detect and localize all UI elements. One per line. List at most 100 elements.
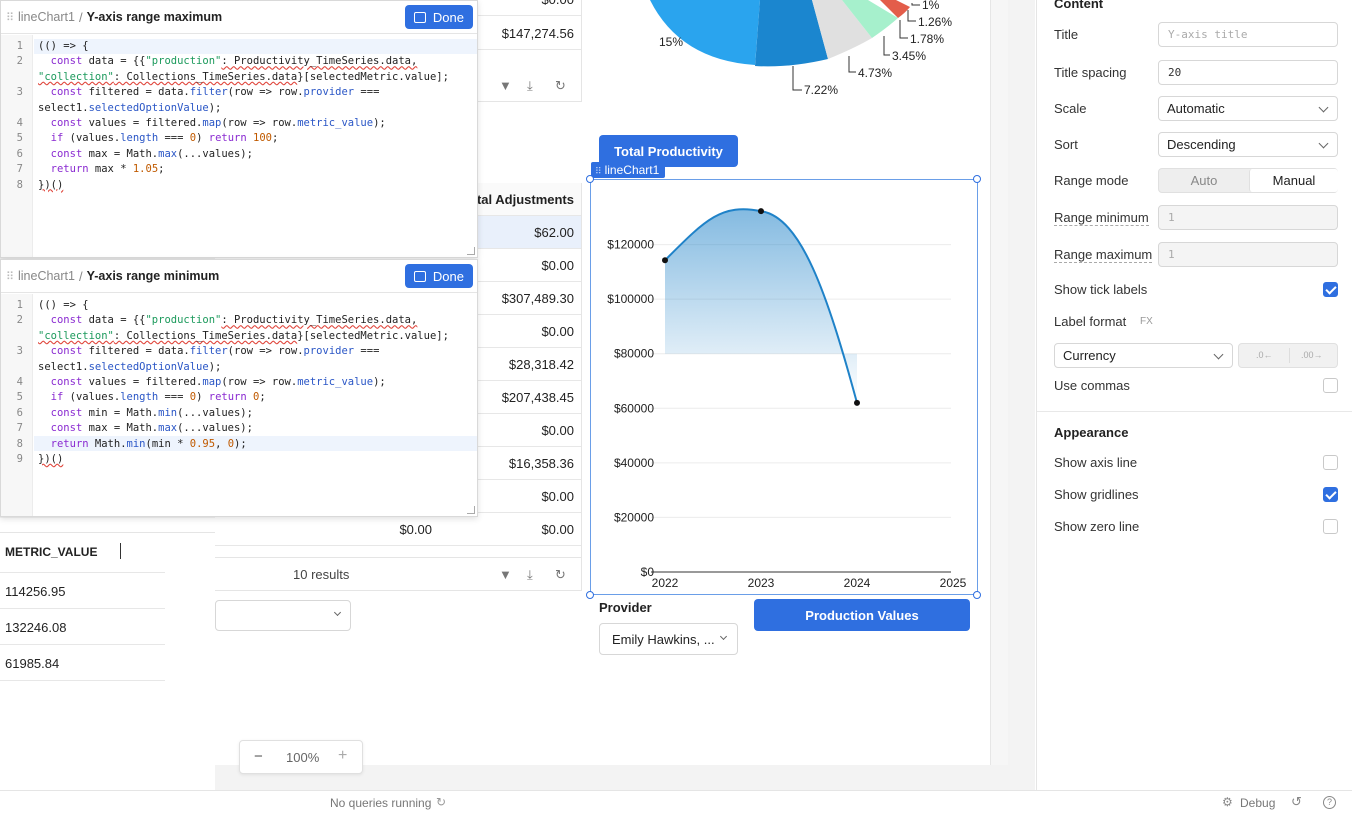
pie-label: 1% — [922, 0, 940, 12]
decimal-controls: .0← .00→ — [1238, 343, 1338, 368]
component-tag[interactable]: ⠿ lineChart1 — [591, 162, 666, 178]
table-border — [581, 0, 582, 102]
show-tick-labels-checkbox[interactable] — [1323, 282, 1338, 297]
metric-value-cell[interactable]: 132246.08 — [5, 620, 66, 635]
scale-select[interactable]: Automatic — [1158, 96, 1338, 121]
show-zero-line-label: Show zero line — [1054, 519, 1140, 534]
resize-grip-icon[interactable] — [467, 247, 475, 255]
inspector-panel: Content Title Y-axis title Title spacing… — [1036, 0, 1352, 790]
range-mode-auto[interactable]: Auto — [1159, 169, 1249, 192]
table-cell[interactable]: $0.00 — [215, 513, 440, 546]
line-number: 4 — [16, 117, 23, 129]
resize-grip-icon[interactable] — [467, 506, 475, 514]
select-dropdown[interactable] — [215, 600, 351, 631]
chevron-down-icon — [719, 632, 728, 641]
y-tick-label: $40000 — [614, 456, 654, 470]
range-minimum-input[interactable]: 1 — [1158, 205, 1338, 230]
property-name: Y-axis range minimum — [86, 269, 220, 283]
label-format-select[interactable]: Currency — [1054, 343, 1233, 368]
refresh-icon[interactable]: ↻ — [555, 78, 566, 94]
component-tag-label: lineChart1 — [604, 163, 660, 177]
done-button[interactable]: Done — [404, 5, 473, 29]
show-zero-line-checkbox[interactable] — [1323, 519, 1338, 534]
component-name: lineChart1 — [18, 10, 75, 24]
line-number: 6 — [16, 406, 23, 419]
line-number: 1 — [16, 40, 23, 52]
provider-select-value: Emily Hawkins, ... — [612, 632, 715, 647]
data-point — [662, 257, 668, 264]
canvas-scrollbar[interactable] — [990, 0, 1008, 765]
filter-icon[interactable]: ▼ — [499, 567, 512, 582]
show-gridlines-checkbox[interactable] — [1323, 487, 1338, 502]
status-bar: No queries running ↻ ⚙ Debug ↺ ? — [0, 790, 1352, 816]
line-number: 8 — [16, 178, 23, 191]
title-input[interactable]: Y-axis title — [1158, 22, 1338, 47]
y-tick-label: $80000 — [614, 347, 654, 361]
range-maximum-input[interactable]: 1 — [1158, 242, 1338, 267]
line-number: 1 — [16, 299, 23, 311]
metric-value-cell[interactable]: 61985.84 — [5, 656, 59, 671]
y-tick-label: $100000 — [607, 292, 654, 306]
line-chart[interactable]: $0$20000$40000$60000$80000$100000$120000… — [591, 180, 977, 594]
pie-label: 1.78% — [910, 32, 944, 46]
pie-chart[interactable]: 15% 7.22% 4.73% 3.45% 1.78% 1.26% 1% — [590, 0, 990, 110]
show-tick-labels-label: Show tick labels — [1054, 282, 1148, 297]
divider — [0, 532, 215, 533]
x-tick-label: 2023 — [748, 576, 775, 590]
line-gutter: 1 2 3 4 5 6 7 8 9 — [1, 294, 33, 516]
line-number: 3 — [16, 345, 23, 358]
range-minimum-label: Range minimum — [1054, 210, 1149, 226]
table-cell[interactable]: $0.00 — [440, 513, 582, 546]
help-icon[interactable]: ? — [1323, 796, 1336, 809]
show-axis-line-checkbox[interactable] — [1323, 455, 1338, 470]
divider — [1037, 411, 1352, 412]
fx-toggle[interactable]: FX — [1140, 316, 1153, 327]
column-resize-handle[interactable] — [120, 543, 121, 559]
debug-button[interactable]: Debug — [1240, 796, 1275, 810]
sort-select[interactable]: Descending — [1158, 132, 1338, 157]
code-editor-panel-min[interactable]: ⠿ lineChart1 / Y-axis range minimum Done… — [0, 259, 478, 517]
download-icon[interactable]: ⤓ — [527, 567, 533, 583]
zoom-out-button[interactable]: − — [254, 748, 263, 765]
sort-label: Sort — [1054, 137, 1078, 152]
line-number: 5 — [16, 132, 23, 145]
line-gutter: 1 2 3 4 5 6 7 8 — [1, 35, 33, 257]
provider-label: Provider — [599, 600, 652, 615]
refresh-icon[interactable]: ↻ — [436, 795, 446, 809]
metric-value-header[interactable]: METRIC_VALUE — [5, 545, 97, 559]
drag-handle-icon[interactable]: ⠿ — [6, 11, 14, 24]
pie-leader-line — [792, 66, 802, 91]
data-point — [854, 399, 860, 406]
drag-handle-icon[interactable]: ⠿ — [6, 270, 14, 283]
refresh-icon[interactable]: ↻ — [555, 567, 566, 583]
done-button[interactable]: Done — [404, 264, 473, 288]
production-values-button[interactable]: Production Values — [754, 599, 970, 631]
range-mode-manual[interactable]: Manual — [1249, 169, 1338, 192]
download-icon[interactable]: ⤓ — [527, 78, 533, 94]
increase-decimals-button[interactable]: .00→ — [1301, 350, 1323, 360]
range-mode-label: Range mode — [1054, 173, 1129, 188]
editor-header: ⠿ lineChart1 / Y-axis range minimum Done — [1, 260, 477, 293]
decrease-decimals-button[interactable]: .0← — [1256, 350, 1273, 360]
filter-icon[interactable]: ▼ — [499, 78, 512, 93]
code-editor-panel-max[interactable]: ⠿ lineChart1 / Y-axis range maximum Done… — [0, 0, 478, 258]
line-number: 6 — [16, 147, 23, 160]
metric-value-cell[interactable]: 114256.95 — [5, 584, 66, 599]
line-number: 4 — [16, 376, 23, 388]
pie-slice[interactable] — [650, 0, 760, 65]
y-tick-label: $60000 — [614, 401, 654, 415]
breadcrumb-separator: / — [78, 268, 83, 284]
zoom-in-button[interactable]: + — [338, 747, 347, 765]
line-number: 8 — [16, 437, 23, 450]
provider-select[interactable]: Emily Hawkins, ... — [599, 623, 738, 655]
title-spacing-input[interactable]: 20 — [1158, 60, 1338, 85]
use-commas-checkbox[interactable] — [1323, 378, 1338, 393]
pie-leader-line — [907, 10, 916, 22]
pie-label: 7.22% — [804, 83, 838, 97]
title-spacing-label: Title spacing — [1054, 65, 1127, 80]
zoom-control: − 100% + — [239, 740, 363, 774]
sort-select-value: Descending — [1167, 137, 1236, 152]
line-number: 2 — [16, 314, 23, 327]
history-icon[interactable]: ↺ — [1291, 794, 1302, 810]
use-commas-label: Use commas — [1054, 378, 1130, 393]
